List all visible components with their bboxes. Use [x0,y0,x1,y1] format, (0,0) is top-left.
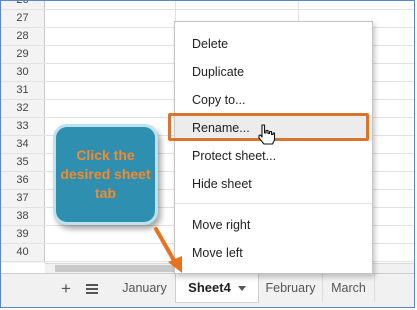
menu-item-copy-to[interactable]: Copy to... [175,87,372,113]
instruction-callout: Click the desired sheet tab [53,124,158,225]
list-icon-glyph [86,284,98,294]
menu-item-delete[interactable]: Delete [175,31,372,57]
row-number[interactable]: 37 [1,190,45,207]
row-number[interactable]: 28 [1,28,45,45]
sheet-tab-label: Sheet4 [188,280,231,295]
menu-item-duplicate[interactable]: Duplicate [175,59,372,85]
callout-text: Click the desired sheet tab [60,147,151,201]
hand-cursor-icon [258,124,276,145]
menu-item-move-right[interactable]: Move right [175,212,372,238]
row-number[interactable]: 31 [1,82,45,99]
list-icon[interactable] [81,279,103,299]
sheet-tab-label: March [331,281,366,295]
sheet-tab-label: January [122,281,167,295]
screenshot-stage: 26 27 28 29 30 31 32 33 34 35 36 37 38 3… [0,0,417,310]
row-number[interactable]: 36 [1,172,45,189]
menu-item-move-left[interactable]: Move left [175,240,372,266]
sheet-tab-march[interactable]: March [323,274,375,302]
row-number[interactable]: 26 [1,1,45,9]
row-number[interactable]: 40 [1,244,45,261]
row-number[interactable]: 39 [1,226,45,243]
plus-icon[interactable]: + [55,279,77,299]
menu-item-hide-sheet[interactable]: Hide sheet [175,171,372,197]
menu-item-protect-sheet[interactable]: Protect sheet... [175,143,372,169]
row-number[interactable]: 29 [1,46,45,63]
sheet-tab-bar: + January Sheet4 February March [1,273,414,307]
menu-separator [175,203,372,204]
row-number[interactable]: 34 [1,136,45,153]
row-number[interactable]: 27 [1,10,45,27]
row-number[interactable]: 38 [1,208,45,225]
grid-row[interactable]: 26 [1,1,414,10]
row-number[interactable]: 32 [1,100,45,117]
sheet-tab-sheet4[interactable]: Sheet4 [175,273,259,303]
sheet-tab-january[interactable]: January [114,274,176,302]
sheet-tab-label: February [265,281,316,295]
row-number[interactable]: 35 [1,154,45,171]
sheet-context-menu: Delete Duplicate Copy to... Rename... Pr… [174,21,373,274]
row-number[interactable]: 33 [1,118,45,135]
sheet-tab-february[interactable]: February [259,274,323,302]
row-number[interactable]: 30 [1,64,45,81]
chevron-down-icon[interactable] [237,286,246,292]
row-number[interactable]: 41 [1,262,45,263]
